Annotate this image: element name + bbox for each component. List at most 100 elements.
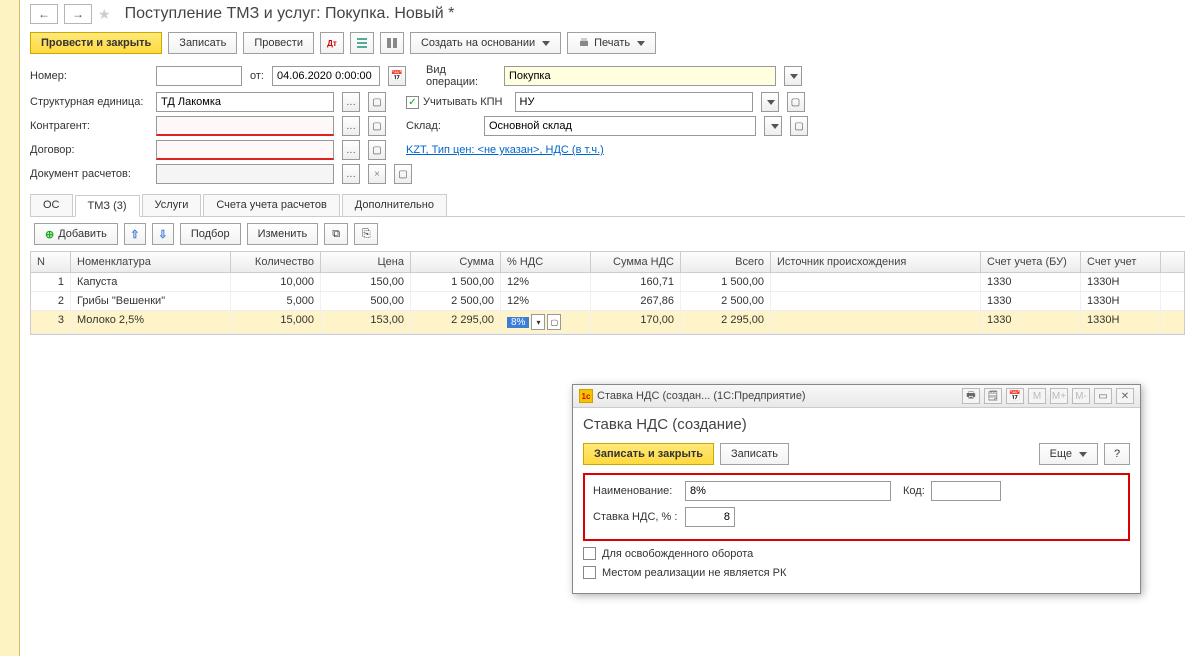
- payment-doc-label: Документ расчетов:: [30, 168, 148, 180]
- operation-type-label: Вид операции:: [426, 64, 496, 88]
- calendar-icon[interactable]: 📅: [388, 66, 406, 86]
- vat-name-input[interactable]: [685, 481, 891, 501]
- structure-icon-button[interactable]: [350, 32, 374, 54]
- modal-mplus-button[interactable]: M+: [1050, 388, 1068, 404]
- modal-save-button[interactable]: Записать: [720, 443, 789, 465]
- payment-doc-open[interactable]: ▢: [394, 164, 412, 184]
- contract-picker[interactable]: …: [342, 140, 360, 160]
- copy-icon-button[interactable]: ⧉: [324, 223, 348, 245]
- vat-rate-modal: 1c Ставка НДС (создан... (1С:Предприятие…: [572, 384, 1141, 594]
- not-rk-checkbox[interactable]: ✓: [583, 566, 596, 579]
- modal-minimize-button[interactable]: ▭: [1094, 388, 1112, 404]
- table-row[interactable]: 1Капуста10,000150,001 500,0012%160,711 5…: [31, 273, 1184, 292]
- move-up-button[interactable]: ⇧: [124, 223, 146, 245]
- items-grid: N Номенклатура Количество Цена Сумма % Н…: [30, 251, 1185, 335]
- contract-label: Договор:: [30, 144, 148, 156]
- col-account-bu[interactable]: Счет учета (БУ): [981, 252, 1081, 272]
- operation-type-dropdown[interactable]: [784, 66, 802, 86]
- payment-doc-picker[interactable]: …: [342, 164, 360, 184]
- page-title: Поступление ТМЗ и услуг: Покупка. Новый …: [125, 5, 455, 23]
- tab-accounts[interactable]: Счета учета расчетов: [203, 194, 339, 216]
- save-button[interactable]: Записать: [168, 32, 237, 54]
- col-quantity[interactable]: Количество: [231, 252, 321, 272]
- post-and-close-button[interactable]: Провести и закрыть: [30, 32, 162, 54]
- operation-type-select[interactable]: [504, 66, 776, 86]
- price-info-link[interactable]: KZT, Тип цен: <не указан>, НДС (в т.ч.): [406, 144, 604, 156]
- payment-doc-input[interactable]: [156, 164, 334, 184]
- freed-turnover-checkbox[interactable]: ✓: [583, 547, 596, 560]
- vat-code-input[interactable]: [931, 481, 1001, 501]
- not-rk-label: Местом реализации не является РК: [602, 567, 786, 579]
- structural-unit-picker[interactable]: …: [342, 92, 360, 112]
- favorite-icon[interactable]: ★: [98, 6, 111, 23]
- structural-unit-input[interactable]: [156, 92, 334, 112]
- change-button[interactable]: Изменить: [247, 223, 319, 245]
- dtct-icon-button[interactable]: Дт: [320, 32, 344, 54]
- tab-services[interactable]: Услуги: [142, 194, 202, 216]
- print-button[interactable]: Печать: [567, 32, 656, 54]
- contract-input[interactable]: [156, 140, 334, 160]
- col-sum[interactable]: Сумма: [411, 252, 501, 272]
- modal-printer-icon[interactable]: 🖶: [962, 388, 980, 404]
- counterparty-open[interactable]: ▢: [368, 116, 386, 136]
- counterparty-label: Контрагент:: [30, 120, 148, 132]
- counterparty-input[interactable]: [156, 116, 334, 136]
- number-input[interactable]: [156, 66, 242, 86]
- structural-unit-label: Структурная единица:: [30, 96, 148, 108]
- movement-icon-button[interactable]: [380, 32, 404, 54]
- warehouse-dropdown[interactable]: [764, 116, 782, 136]
- modal-calc-icon[interactable]: 🗒: [984, 388, 1002, 404]
- from-label: от:: [250, 70, 264, 82]
- modal-save-close-button[interactable]: Записать и закрыть: [583, 443, 714, 465]
- nav-back-button[interactable]: ←: [30, 4, 58, 24]
- include-kpn-checkbox[interactable]: ✓: [406, 96, 419, 109]
- col-nomenclature[interactable]: Номенклатура: [71, 252, 231, 272]
- tab-os[interactable]: ОС: [30, 194, 73, 216]
- kpn-input[interactable]: [515, 92, 753, 112]
- counterparty-picker[interactable]: …: [342, 116, 360, 136]
- col-vat[interactable]: % НДС: [501, 252, 591, 272]
- kpn-open[interactable]: ▢: [787, 92, 805, 112]
- include-kpn-label: Учитывать КПН: [423, 96, 503, 108]
- pickup-button[interactable]: Подбор: [180, 223, 241, 245]
- highlighted-fields: Наименование: Код: Ставка НДС, % :: [583, 473, 1130, 541]
- tab-additional[interactable]: Дополнительно: [342, 194, 447, 216]
- modal-mminus-button[interactable]: M-: [1072, 388, 1090, 404]
- paste-icon-button[interactable]: ⎘: [354, 223, 378, 245]
- warehouse-input[interactable]: [484, 116, 756, 136]
- contract-open[interactable]: ▢: [368, 140, 386, 160]
- nav-forward-button[interactable]: →: [64, 4, 92, 24]
- app-logo-icon: 1c: [579, 389, 593, 403]
- col-n[interactable]: N: [31, 252, 71, 272]
- freed-turnover-label: Для освобожденного оборота: [602, 548, 753, 560]
- left-sidebar: [0, 0, 20, 656]
- table-row[interactable]: 2Грибы "Вешенки"5,000500,002 500,0012%26…: [31, 292, 1184, 311]
- payment-doc-clear[interactable]: ×: [368, 164, 386, 184]
- modal-window-title: Ставка НДС (создан... (1С:Предприятие): [597, 390, 958, 402]
- vat-code-label: Код:: [903, 485, 925, 497]
- vat-name-label: Наименование:: [593, 485, 679, 497]
- modal-close-button[interactable]: ✕: [1116, 388, 1134, 404]
- tab-tmz[interactable]: ТМЗ (3): [75, 195, 140, 217]
- post-button[interactable]: Провести: [243, 32, 314, 54]
- col-vat-sum[interactable]: Сумма НДС: [591, 252, 681, 272]
- col-total[interactable]: Всего: [681, 252, 771, 272]
- modal-m-button[interactable]: M: [1028, 388, 1046, 404]
- col-account-nu[interactable]: Счет учет: [1081, 252, 1161, 272]
- number-label: Номер:: [30, 70, 148, 82]
- move-down-button[interactable]: ⇩: [152, 223, 174, 245]
- col-price[interactable]: Цена: [321, 252, 411, 272]
- modal-calendar-icon[interactable]: 📅: [1006, 388, 1024, 404]
- vat-rate-input[interactable]: [685, 507, 735, 527]
- col-origin[interactable]: Источник происхождения: [771, 252, 981, 272]
- structural-unit-open[interactable]: ▢: [368, 92, 386, 112]
- table-row[interactable]: 3Молоко 2,5%15,000153,002 295,008%▾▢170,…: [31, 311, 1184, 334]
- warehouse-open[interactable]: ▢: [790, 116, 808, 136]
- modal-help-button[interactable]: ?: [1104, 443, 1130, 465]
- add-row-button[interactable]: ⊕ Добавить: [34, 223, 118, 245]
- date-input[interactable]: [272, 66, 380, 86]
- kpn-dropdown[interactable]: [761, 92, 779, 112]
- create-on-basis-button[interactable]: Создать на основании: [410, 32, 561, 54]
- modal-heading: Ставка НДС (создание): [583, 416, 1130, 433]
- modal-more-button[interactable]: Еще: [1039, 443, 1098, 465]
